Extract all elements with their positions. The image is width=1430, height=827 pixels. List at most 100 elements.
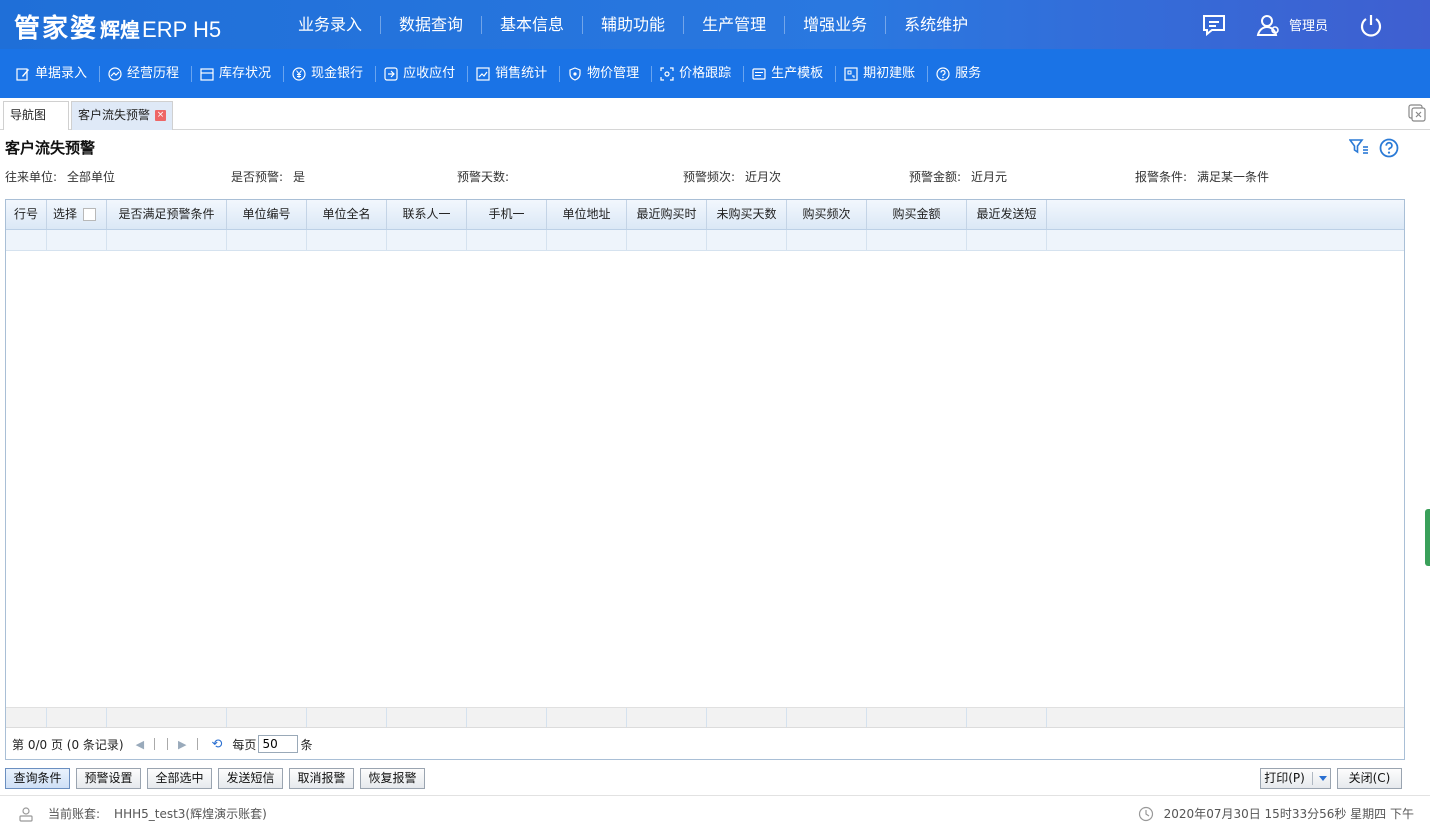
table-cell [867,230,967,250]
print-button-label: 打印(P) [1264,771,1305,785]
help-icon[interactable] [1379,138,1399,161]
chevron-down-icon[interactable] [1318,776,1327,781]
side-panel-handle[interactable] [1425,509,1430,566]
main-nav-item[interactable]: 数据查询 [381,15,483,34]
summary-cell [107,708,227,727]
toolbar-item-document-entry[interactable]: 单据录入 [8,65,101,82]
toolbar-item-history[interactable]: 经营历程 [100,65,193,82]
toolbar-item-sales-stats[interactable]: 销售统计 [468,65,561,82]
column-header-purchase-amount[interactable]: 购买金额 [867,200,967,229]
table-cell [967,230,1047,250]
column-header-unit-code[interactable]: 单位编号 [227,200,307,229]
toolbar-item-stock[interactable]: 库存状况 [192,65,285,82]
column-header-filler [1047,200,1404,229]
toolbar-item-cash-bank[interactable]: 现金银行 [284,65,377,82]
summary-cell [387,708,467,727]
account-value: HHH5_test3(辉煌演示账套) [114,807,267,821]
main-nav-item[interactable]: 生产管理 [684,15,786,34]
refresh-icon[interactable]: ⟲ [212,737,223,752]
toolbar-item-label: 生产模板 [771,65,824,81]
clock-icon [1138,806,1153,821]
toolbar-item-receivable[interactable]: 应收应付 [376,65,469,82]
column-header-row-no[interactable]: 行号 [6,200,47,229]
main-nav-item[interactable]: 基本信息 [482,15,584,34]
summary-cell [307,708,387,727]
prev-page-icon[interactable]: ◀ [136,738,144,751]
price-shield-icon [569,66,581,81]
app-logo[interactable]: 管家婆 辉煌 ERP H5 [14,8,221,44]
datetime-info: 2020年07月30日 15时33分56秒 星期四 下午 [1138,805,1414,822]
close-tab-icon[interactable]: × [155,110,167,121]
toolbar-item-service[interactable]: 服务 [928,66,993,82]
user-name: 管理员 [1288,19,1328,34]
close-all-tabs-icon[interactable] [1408,104,1426,125]
column-header-days-without-purchase[interactable]: 未购买天数 [707,200,787,229]
filter-value: 近月次 [745,170,782,184]
toolbar-item-price-management[interactable]: 物价管理 [560,65,653,82]
send-sms-button[interactable]: 发送短信 [218,768,283,789]
toolbar-item-label: 现金银行 [311,65,364,81]
table-cell [47,230,107,250]
main-nav-item[interactable]: 增强业务 [785,15,887,34]
toolbar-item-price-tracking[interactable]: 价格跟踪 [652,65,745,82]
receivable-icon [384,66,398,81]
table-cell [627,230,707,250]
toolbar-item-label: 应收应付 [403,65,456,81]
table-cell [787,230,867,250]
summary-cell [1047,708,1404,727]
yuan-icon [292,66,306,81]
main-nav-item[interactable]: 辅助功能 [583,15,685,34]
toolbar-item-label: 价格跟踪 [679,65,732,81]
close-button[interactable]: 关闭(C) [1337,768,1402,789]
column-header-select[interactable]: 选择 [47,200,107,229]
toolbar-item-opening-ledger[interactable]: 期初建账 [836,65,929,82]
summary-cell [627,708,707,727]
filter-label: 预警金额: [909,170,962,184]
cancel-alarm-button[interactable]: 取消报警 [289,768,354,789]
table-cell [707,230,787,250]
warning-settings-button[interactable]: 预警设置 [76,768,141,789]
restore-alarm-button[interactable]: 恢复报警 [360,768,425,789]
main-nav-item[interactable]: 业务录入 [280,15,382,34]
column-header-purchase-frequency[interactable]: 购买频次 [787,200,867,229]
main-nav: 业务录入 数据查询 基本信息 辅助功能 生产管理 增强业务 系统维护 [280,0,986,49]
pagination-bar: 第 0/0 页 (0 条记录) ◀ ▶ ⟲ 每页 条 [6,729,1404,759]
status-bar: 当前账套: HHH5_test3(辉煌演示账套) 2020年07月30日 15时… [0,795,1430,827]
table-row[interactable] [6,230,1404,251]
user-menu[interactable]: 管理员 [1255,13,1328,37]
summary-cell [707,708,787,727]
main-nav-item[interactable]: 系统维护 [886,15,986,34]
per-page-input[interactable] [258,735,299,753]
tab-bar: 导航图 客户流失预警 × [0,98,1430,130]
filter-label: 预警频次: [683,170,736,184]
query-conditions-button[interactable]: 查询条件 [5,768,70,789]
column-header-address[interactable]: 单位地址 [547,200,627,229]
print-button[interactable]: 打印(P) [1260,768,1331,789]
toolbar-item-label: 期初建账 [863,65,916,81]
toolbar-item-production-template[interactable]: 生产模板 [744,65,837,82]
filter-label: 是否预警: [231,170,284,184]
template-icon [752,67,766,80]
tab-navigation[interactable]: 导航图 [3,101,69,130]
tab-label: 客户流失预警 [78,108,151,122]
column-header-last-purchase[interactable]: 最近购买时 [627,200,707,229]
select-all-checkbox[interactable] [83,208,97,221]
tab-customer-churn-warning[interactable]: 客户流失预警 × [71,101,173,130]
column-header-unit-name[interactable]: 单位全名 [307,200,387,229]
select-all-button[interactable]: 全部选中 [147,768,212,789]
summary-cell [547,708,627,727]
summary-cell [967,708,1047,727]
power-icon[interactable] [1358,12,1384,38]
column-header-contact[interactable]: 联系人一 [387,200,467,229]
column-header-meets-condition[interactable]: 是否满足预警条件 [107,200,227,229]
next-page-icon[interactable]: ▶ [178,738,186,751]
table-cell [6,230,47,250]
filter-value: 近月元 [971,170,1008,184]
filter-icon[interactable] [1348,138,1369,159]
divider [154,738,156,750]
toolbar-item-label: 物价管理 [587,65,640,81]
column-header-mobile[interactable]: 手机一 [467,200,547,229]
column-header-last-sms[interactable]: 最近发送短 [967,200,1047,229]
filter-summary: 往来单位: 全部单位 是否预警: 是 预警天数: 预警频次: 近月次 预警金额: 近月元… [5,168,1405,184]
message-icon[interactable] [1201,12,1227,38]
